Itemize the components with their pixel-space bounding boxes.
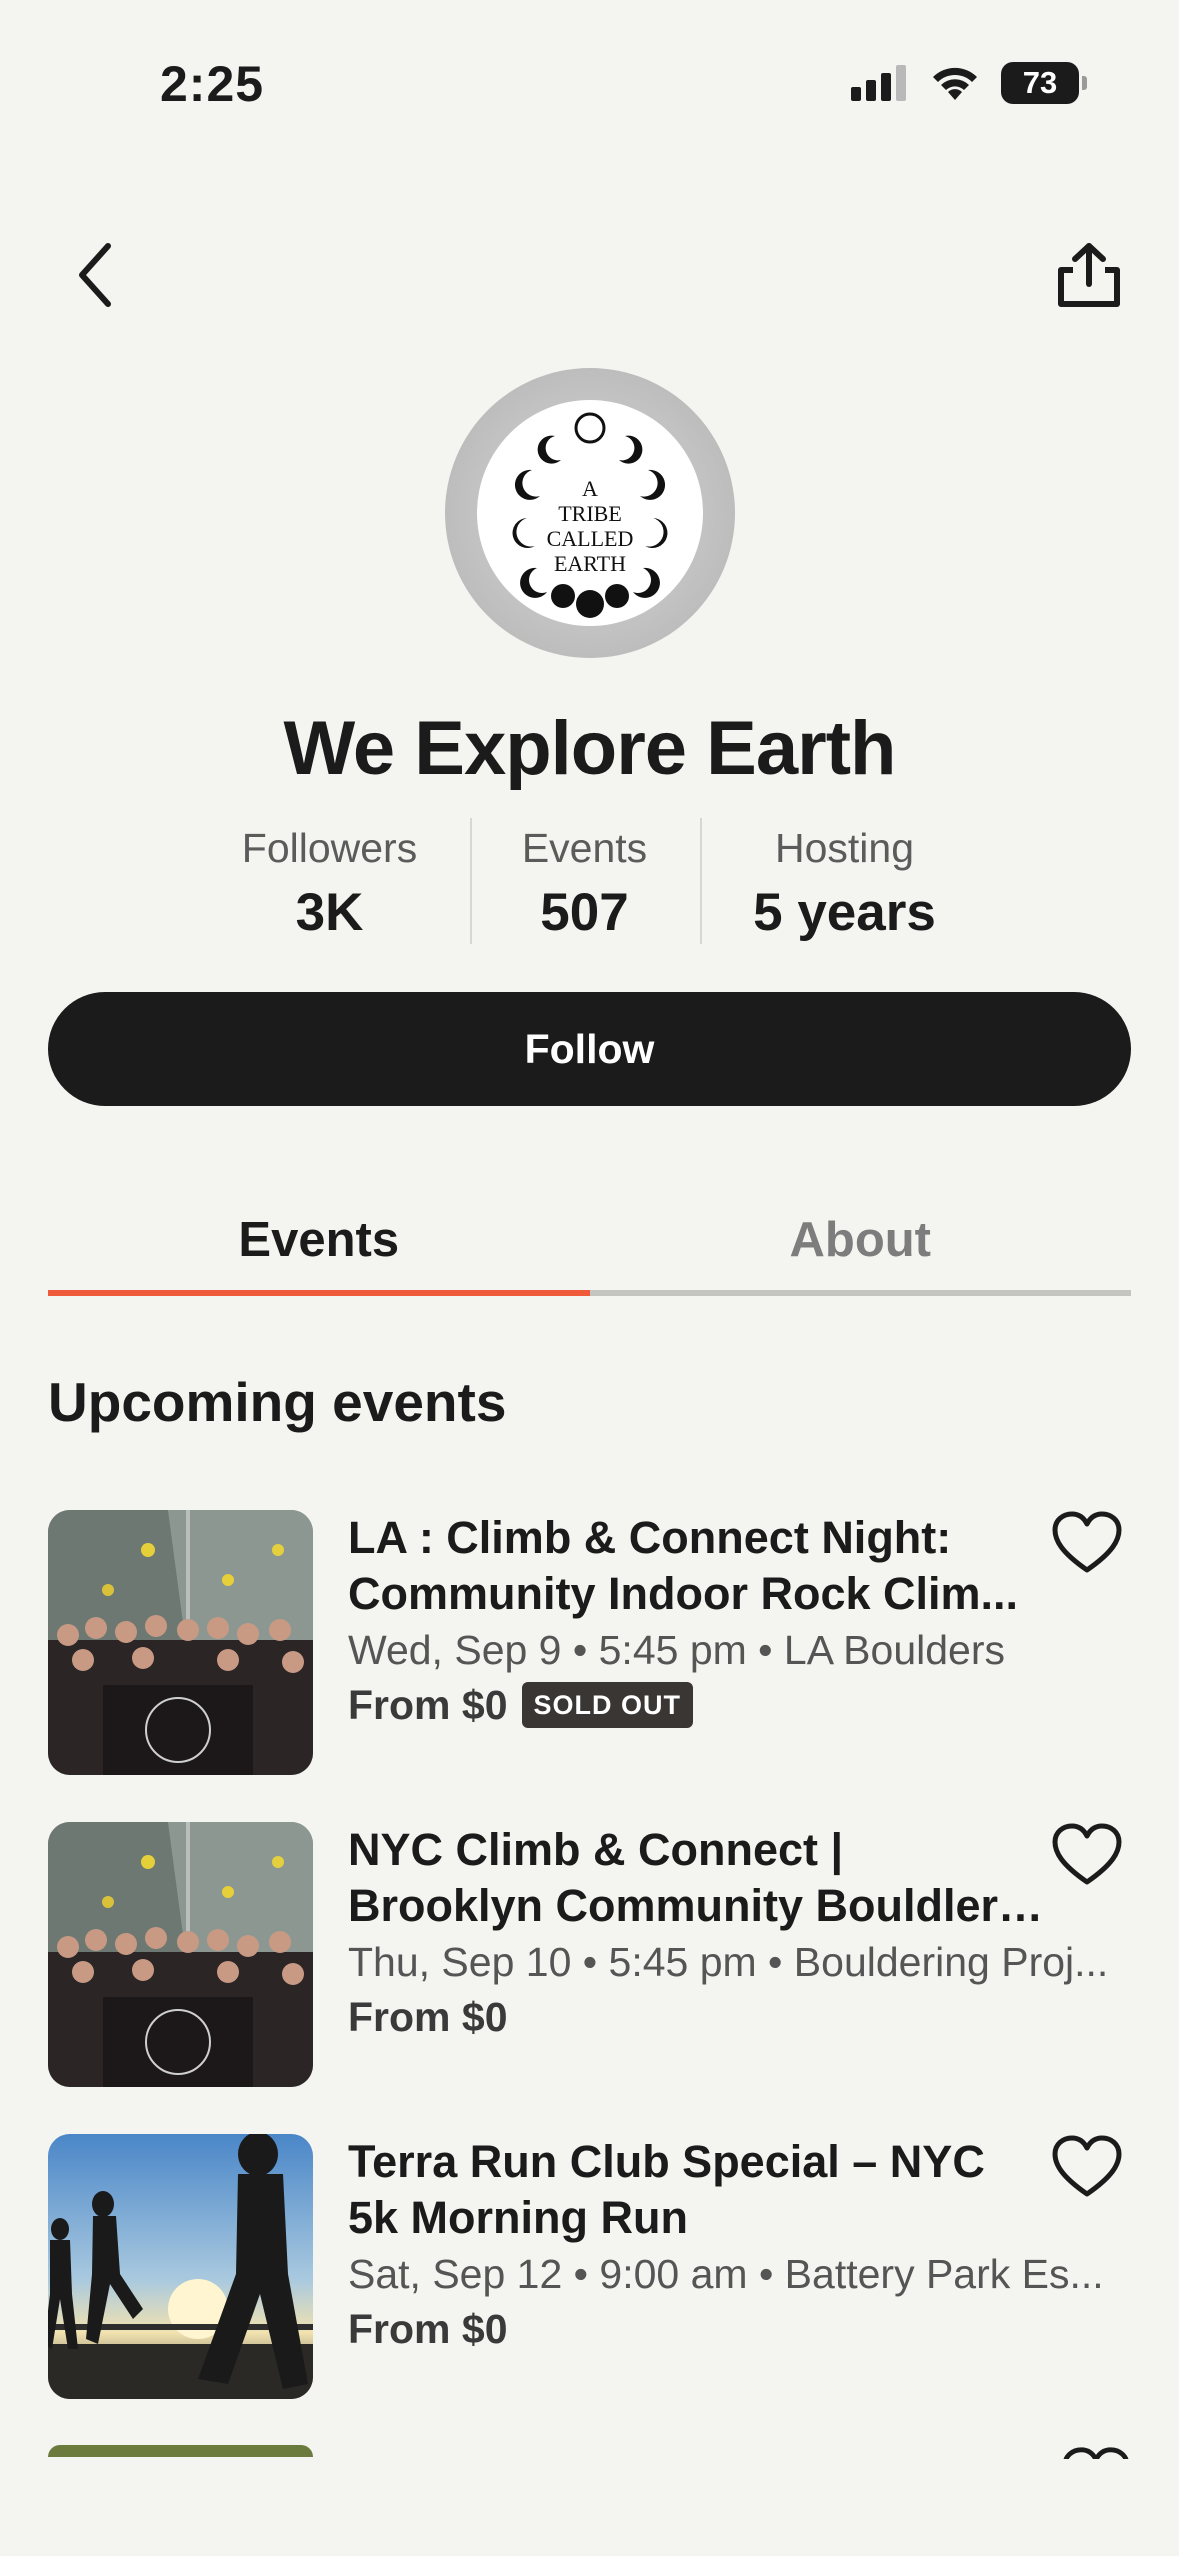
favorite-button[interactable] <box>1051 1510 1131 1590</box>
event-title: LA : Climb & Connect Night: <box>348 1512 952 1563</box>
share-icon <box>1058 243 1120 307</box>
follow-button[interactable]: Follow <box>48 992 1131 1106</box>
section-title: Upcoming events <box>48 1371 507 1433</box>
event-card[interactable]: NYC Climb & Connect | Brooklyn Community… <box>48 1822 1131 2087</box>
back-button[interactable] <box>55 235 135 315</box>
stat-label: Events <box>521 825 648 871</box>
logo-text-line1: A <box>582 476 598 501</box>
event-thumbnail-partial[interactable] <box>48 2445 313 2457</box>
heart-icon[interactable] <box>1061 2445 1131 2459</box>
tab-about[interactable]: About <box>589 1200 1131 1296</box>
heart-icon <box>1052 1511 1122 1573</box>
event-title: 5k Morning Run <box>348 2192 688 2243</box>
stat-events: Events 507 <box>469 818 700 948</box>
logo-text-line3: CALLED <box>547 526 634 551</box>
event-price-row: From $0 <box>348 1990 1048 2044</box>
organizer-name: We Explore Earth <box>283 706 897 791</box>
event-price-row: From $0 SOLD OUT <box>348 1678 1048 1732</box>
wifi-icon <box>933 67 977 100</box>
climbing-group-photo <box>48 1822 313 2087</box>
event-title: NYC Climb & Connect | <box>348 1824 844 1875</box>
event-price: From $0 <box>348 2306 508 2352</box>
event-card[interactable]: Terra Run Club Special – NYC 5k Morning … <box>48 2134 1131 2399</box>
event-meta: Sat, Sep 12 • 9:00 am • Battery Park Es.… <box>348 2251 1104 2297</box>
climbing-group-photo <box>48 1510 313 1775</box>
stat-label: Followers <box>241 825 418 871</box>
stat-value: 507 <box>540 883 629 942</box>
event-price: From $0 <box>348 1682 508 1728</box>
event-price: From $0 <box>348 1994 508 2040</box>
battery-indicator: 73 <box>1001 62 1087 104</box>
event-title: Community Indoor Rock Clim... <box>348 1568 1019 1619</box>
favorite-button[interactable] <box>1051 1822 1131 1902</box>
stat-hosting: Hosting 5 years <box>699 818 990 948</box>
heart-icon <box>1052 2135 1122 2197</box>
event-info: LA : Climb & Connect Night: Community In… <box>348 1510 1048 1732</box>
organizer-avatar: A TRIBE CALLED EARTH <box>445 368 735 658</box>
stat-value: 5 years <box>753 883 936 942</box>
heart-icon <box>1052 1823 1122 1885</box>
event-card[interactable]: LA : Climb & Connect Night: Community In… <box>48 1510 1131 1775</box>
event-meta: Wed, Sep 9 • 5:45 pm • LA Boulders <box>348 1627 1006 1673</box>
event-thumbnail <box>48 2134 313 2399</box>
event-info: NYC Climb & Connect | Brooklyn Community… <box>348 1822 1108 2044</box>
chevron-left-icon <box>79 243 111 307</box>
status-icons: 73 <box>851 62 1087 104</box>
event-meta: Thu, Sep 10 • 5:45 pm • Bouldering Proj.… <box>348 1939 1109 1985</box>
organizer-logo: A TRIBE CALLED EARTH <box>477 400 703 626</box>
logo-text-line2: TRIBE <box>558 501 622 526</box>
status-time: 2:25 <box>160 56 265 112</box>
cellular-signal-icon <box>851 65 906 101</box>
profile-tabs: Events About <box>48 1200 1131 1296</box>
event-title: Terra Run Club Special – NYC <box>348 2136 985 2187</box>
event-price-row: From $0 <box>348 2302 1048 2356</box>
stat-value: 3K <box>295 883 364 942</box>
event-thumbnail <box>48 1822 313 2087</box>
logo-text-line4: EARTH <box>554 551 626 576</box>
stat-followers: Followers 3K <box>190 818 470 948</box>
favorite-button[interactable] <box>1051 2134 1131 2214</box>
organizer-stats: Followers 3K Events 507 Hosting 5 years <box>0 818 1179 948</box>
event-title: Brooklyn Community Bouldleri... <box>348 1880 1048 1931</box>
event-info: Terra Run Club Special – NYC 5k Morning … <box>348 2134 1104 2356</box>
runners-sunrise-photo <box>48 2134 313 2399</box>
sold-out-badge: SOLD OUT <box>521 1682 693 1728</box>
stat-label: Hosting <box>774 825 914 871</box>
moon-phases-logo: A TRIBE CALLED EARTH <box>512 412 668 618</box>
event-thumbnail <box>48 1510 313 1775</box>
share-button[interactable] <box>1049 235 1129 315</box>
tab-events[interactable]: Events <box>48 1200 590 1296</box>
